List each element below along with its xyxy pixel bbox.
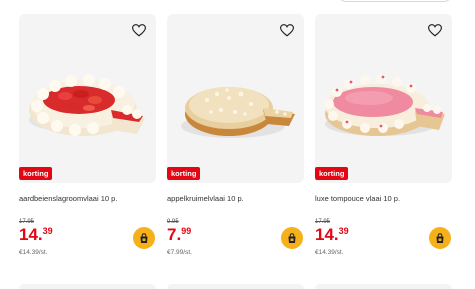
shopping-bag-icon <box>288 232 296 243</box>
product-card-aardbeienslagroomvlaai[interactable]: korting aardbeienslagroomvlaai 10 p. 17.… <box>19 14 157 276</box>
product-card-next-row[interactable] <box>19 284 156 289</box>
price-cents: 39 <box>42 226 53 236</box>
strawberry-cream-pie-image <box>29 74 145 136</box>
add-to-cart-button[interactable] <box>133 227 155 249</box>
product-card-next-row[interactable] <box>315 284 452 289</box>
add-to-cart-button[interactable] <box>281 227 303 249</box>
heart-icon[interactable] <box>132 24 146 37</box>
apple-crumble-pie-image <box>181 87 295 138</box>
product-image[interactable]: korting <box>19 14 156 183</box>
product-card-next-row[interactable] <box>167 284 304 289</box>
price-euros: 14. <box>315 225 339 244</box>
discount-badge: korting <box>315 167 349 180</box>
product-image[interactable]: korting <box>167 14 304 183</box>
product-image[interactable]: korting <box>315 14 452 183</box>
price-cents: 39 <box>338 226 349 236</box>
product-title[interactable]: luxe tompouce vlaai 10 p. <box>315 194 400 203</box>
discount-badge: korting <box>19 167 53 180</box>
product-card-luxe-tompouce-vlaai[interactable]: korting luxe tompouce vlaai 10 p. 17.95 … <box>315 14 453 276</box>
discount-badge: korting <box>167 167 201 180</box>
heart-icon[interactable] <box>428 24 442 37</box>
product-title[interactable]: aardbeienslagroomvlaai 10 p. <box>19 194 117 203</box>
sort-dropdown[interactable] <box>338 0 452 2</box>
price-euros: 14. <box>19 225 43 244</box>
heart-icon[interactable] <box>280 24 294 37</box>
product-grid-page: korting aardbeienslagroomvlaai 10 p. 17.… <box>0 0 475 289</box>
shopping-bag-icon <box>140 232 148 243</box>
current-price: 14.39 <box>19 226 53 244</box>
unit-price: €14.39/st. <box>315 249 344 256</box>
current-price: 7.99 <box>167 226 191 244</box>
current-price: 14.39 <box>315 226 349 244</box>
product-title[interactable]: appelkruimelvlaai 10 p. <box>167 194 244 203</box>
unit-price: €7.99/st. <box>167 249 192 256</box>
price-cents: 99 <box>181 226 192 236</box>
price-euros: 7. <box>167 225 182 244</box>
product-card-appelkruimelvlaai[interactable]: korting appelkruimelvlaai 10 p. 9.95 7.9… <box>167 14 305 276</box>
tompouce-pie-image <box>324 74 445 136</box>
add-to-cart-button[interactable] <box>429 227 451 249</box>
unit-price: €14.39/st. <box>19 249 48 256</box>
shopping-bag-icon <box>436 232 444 243</box>
